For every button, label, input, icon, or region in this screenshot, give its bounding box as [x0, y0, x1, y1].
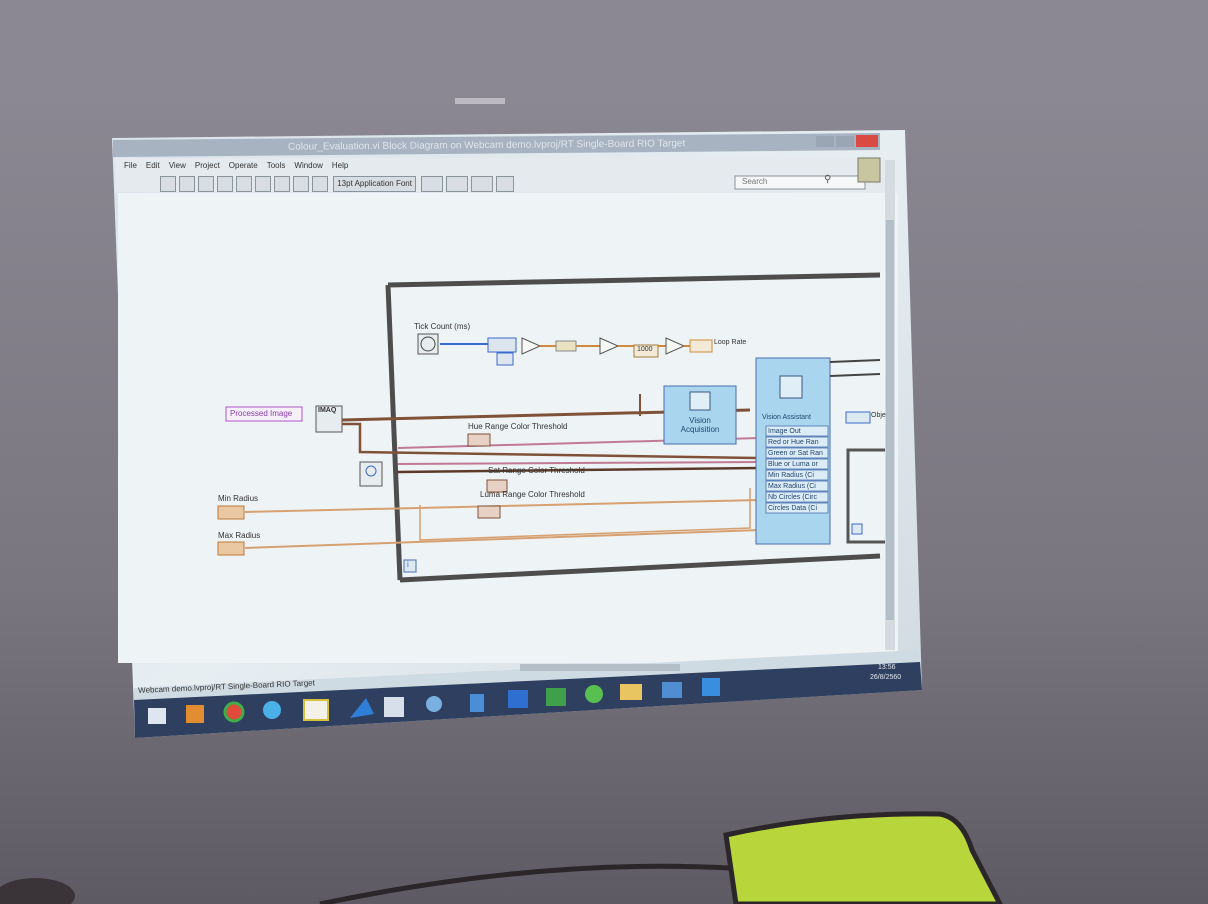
min-radius-label: Min Radius: [218, 494, 259, 503]
menu-project[interactable]: Project: [195, 161, 220, 170]
projected-screen-photo: [0, 0, 1208, 904]
run-arrow-icon[interactable]: [160, 176, 176, 192]
sat-threshold-label: Sat Range Color Threshold: [488, 466, 585, 475]
chrome-icon[interactable]: [223, 701, 245, 723]
scroll-thumb[interactable]: [886, 220, 894, 620]
menu-edit[interactable]: Edit: [146, 161, 160, 170]
pause-icon[interactable]: [217, 176, 233, 192]
menu-bar: File Edit View Project Operate Tools Window Hel…: [124, 161, 357, 170]
line-icon[interactable]: [585, 685, 603, 703]
run-continuous-icon[interactable]: [179, 176, 195, 192]
min-radius-control: [217, 505, 245, 520]
vision-acquisition-icon: [689, 391, 711, 411]
minimize-button[interactable]: [816, 136, 834, 147]
loop-iteration-label: i: [407, 560, 409, 569]
horizontal-scrollbar[interactable]: [520, 664, 680, 671]
inner-index: [851, 523, 863, 535]
max-radius-control: [217, 541, 245, 556]
notes-icon[interactable]: [470, 694, 484, 712]
port-green-sat: Green or Sat Ran: [768, 450, 823, 457]
toolbar-buttons: 13pt Application Font: [160, 176, 517, 192]
hue-threshold-label: Hue Range Color Threshold: [468, 422, 568, 431]
projector-mount: [455, 98, 505, 104]
distribute-icon[interactable]: [446, 176, 469, 192]
ceiling: [0, 0, 1208, 110]
port-image-out: Image Out: [768, 428, 801, 435]
max-radius-label: Max Radius: [218, 531, 261, 540]
menu-file[interactable]: File: [124, 161, 137, 170]
menu-view[interactable]: View: [169, 161, 186, 170]
step-over-icon[interactable]: [293, 176, 309, 192]
chair-back: [723, 811, 1003, 904]
abort-icon[interactable]: [198, 176, 214, 192]
feedback-node: [496, 352, 514, 366]
start-icon[interactable]: [148, 708, 166, 724]
shift-register-node: [487, 337, 517, 353]
skype-icon[interactable]: [702, 678, 720, 696]
retain-wire-icon[interactable]: [255, 176, 271, 192]
luma-const: [477, 505, 501, 519]
context-help-icon[interactable]: [857, 157, 881, 183]
labview-icon[interactable]: [303, 699, 329, 721]
imaq-label: IMAQ: [318, 407, 337, 414]
word-icon[interactable]: [508, 690, 528, 708]
objects-label: Obje: [871, 412, 886, 419]
port-blue-luma: Blue or Luma or: [768, 461, 818, 468]
hue-const: [467, 433, 491, 447]
excel-icon[interactable]: [546, 688, 566, 706]
align-icon[interactable]: [421, 176, 444, 192]
clock-time: 13:56: [878, 664, 896, 671]
vision-assistant-icon: [779, 375, 803, 399]
reorder-icon[interactable]: [471, 176, 494, 192]
objects-indicator: [845, 411, 871, 424]
step-out-icon[interactable]: [312, 176, 328, 192]
folder-icon[interactable]: [620, 684, 642, 700]
menu-operate[interactable]: Operate: [229, 161, 258, 170]
search-icon[interactable]: ⚲: [824, 174, 831, 185]
vision-acquisition-label: Vision Acquisition: [680, 416, 720, 434]
tick-count-label: Tick Count (ms): [414, 322, 471, 331]
remote-icon[interactable]: [662, 682, 682, 698]
settings-icon[interactable]: [426, 696, 442, 712]
vi-icon[interactable]: [384, 697, 404, 717]
const-1000: 1000: [637, 346, 653, 353]
port-min-radius: Min Radius (Ci: [768, 472, 814, 479]
search-placeholder[interactable]: Search: [742, 177, 767, 186]
port-circles-data: Circles Data (Ci: [768, 505, 818, 512]
luma-threshold-label: Luma Range Color Threshold: [480, 490, 585, 499]
vision-assistant-label: Vision Assistant: [762, 414, 811, 421]
port-nb-circles: Nb Circles (Circ: [768, 494, 817, 501]
font-selector[interactable]: 13pt Application Font: [333, 176, 416, 192]
maximize-button[interactable]: [836, 136, 854, 147]
vision-assistant-ports: Image Out Red or Hue Ran Green or Sat Ra…: [768, 426, 823, 514]
loop-iteration-terminal: [403, 559, 417, 573]
close-button[interactable]: [856, 135, 878, 147]
highlight-icon[interactable]: [236, 176, 252, 192]
convert-node: [555, 340, 577, 352]
processed-image-label: Processed Image: [230, 409, 293, 418]
loop-rate-label: Loop Rate: [714, 339, 747, 346]
clock-date: 26/8/2560: [870, 674, 902, 681]
office-icon[interactable]: [186, 705, 204, 723]
menu-window[interactable]: Window: [294, 161, 322, 170]
port-max-radius: Max Radius (Ci: [768, 483, 816, 490]
menu-help[interactable]: Help: [332, 161, 348, 170]
loop-rate-indicator: [689, 339, 713, 353]
ie-icon[interactable]: [263, 701, 281, 719]
step-into-icon[interactable]: [274, 176, 290, 192]
menu-tools[interactable]: Tools: [267, 161, 286, 170]
port-red-hue: Red or Hue Ran: [768, 439, 819, 446]
cleanup-icon[interactable]: [496, 176, 515, 192]
